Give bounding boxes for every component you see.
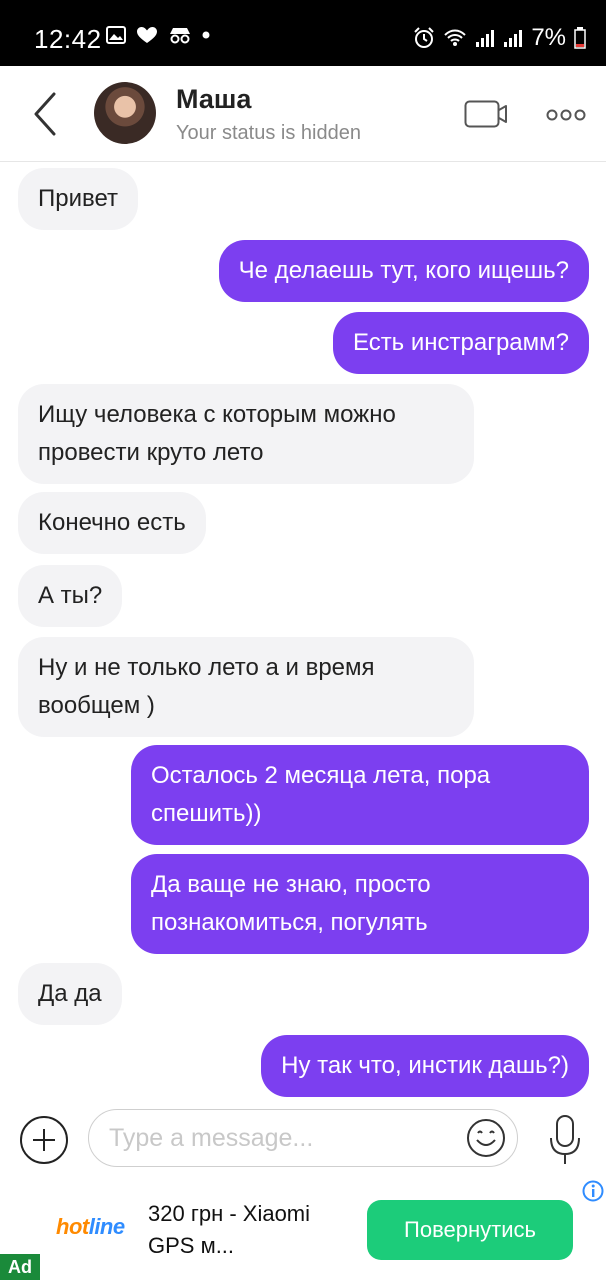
incognito-icon [170, 28, 190, 44]
message-incoming[interactable]: Да да [18, 963, 122, 1025]
ad-badge: Ad [0, 1254, 40, 1280]
battery-icon [574, 27, 586, 49]
contact-name[interactable]: Маша [176, 84, 251, 115]
dot-icon [202, 31, 210, 39]
heart-icon [137, 27, 157, 43]
ad-text[interactable]: 320 грн - Xiaomi GPS м... [148, 1198, 348, 1262]
signal-icon [504, 30, 523, 47]
back-button[interactable] [30, 92, 60, 136]
video-call-icon[interactable] [464, 100, 508, 128]
message-input[interactable] [88, 1109, 518, 1167]
hotline-logo: hotline [56, 1214, 125, 1239]
status-time: 12:42 [34, 24, 102, 54]
gallery-icon [106, 26, 126, 44]
avatar[interactable] [94, 82, 156, 144]
status-bar: 12:42 7% [0, 0, 606, 66]
emoji-icon[interactable] [466, 1118, 506, 1158]
battery-percent: 7% [531, 24, 566, 51]
ad-banner[interactable]: hotline 320 грн - Xiaomi GPS м... Поверн… [0, 1176, 606, 1280]
chat-header: Маша Your status is hidden [0, 66, 606, 162]
wifi-icon [444, 29, 467, 46]
signal-icon [476, 30, 495, 47]
message-outgoing[interactable]: Да ваще не знаю, просто познакомиться, п… [131, 854, 589, 954]
message-outgoing[interactable]: Осталось 2 месяца лета, пора спешить)) [131, 745, 589, 845]
add-attachment-button[interactable] [20, 1116, 68, 1164]
more-options-icon[interactable] [546, 108, 586, 122]
alarm-icon [414, 27, 435, 48]
message-incoming[interactable]: А ты? [18, 565, 123, 627]
message-incoming[interactable]: Ну и не только лето а и время вообщем ) [18, 637, 474, 737]
message-incoming[interactable]: Конечно есть [18, 492, 206, 554]
microphone-icon[interactable] [548, 1114, 582, 1166]
info-icon[interactable] [582, 1180, 604, 1202]
contact-status: Your status is hidden [176, 122, 361, 144]
message-outgoing[interactable]: Че делаешь тут, кого ищешь? [218, 240, 589, 302]
message-composer [0, 1104, 606, 1174]
message-outgoing[interactable]: Есть инстраграмм? [332, 312, 589, 374]
message-incoming[interactable]: Привет [18, 168, 139, 230]
message-incoming[interactable]: Ищу человека с которым можно провести кр… [18, 384, 474, 484]
ad-cta-button[interactable]: Повернутись [367, 1200, 573, 1260]
message-outgoing[interactable]: Ну так что, инстик дашь?) [261, 1035, 589, 1097]
